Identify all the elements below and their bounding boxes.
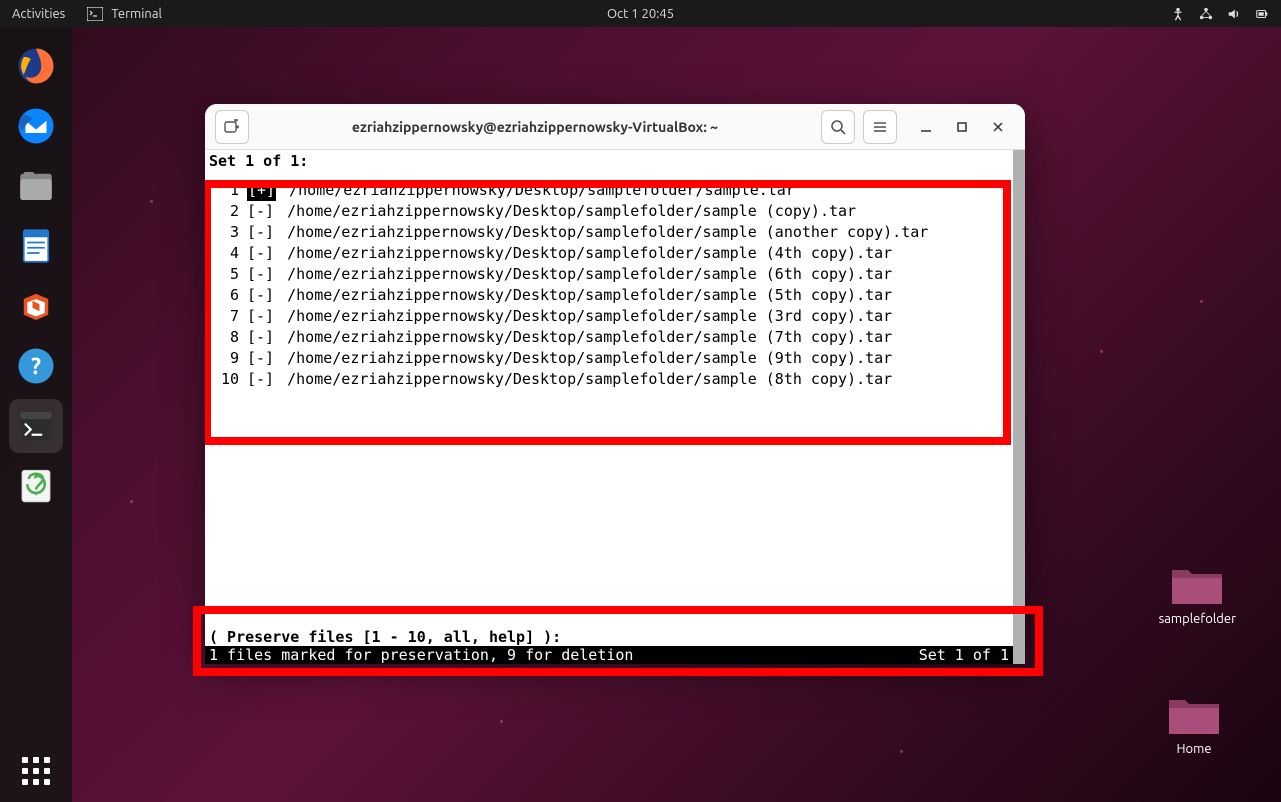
hamburger-menu-button[interactable] [863,110,897,144]
desktop-home[interactable]: Home [1165,690,1223,756]
close-button[interactable] [987,116,1009,138]
svg-text:?: ? [31,354,41,379]
dock-files[interactable] [9,159,63,213]
dock-help[interactable]: ? [9,339,63,393]
dock-show-apps[interactable] [15,750,57,792]
dock-trash[interactable] [9,459,63,513]
gnome-topbar: Activities Terminal Oct 1 20:45 [0,0,1281,27]
minimize-button[interactable] [915,116,937,138]
dock-firefox[interactable] [9,39,63,93]
desktop-folder-samplefolder[interactable]: samplefolder [1159,560,1236,626]
set-header: Set 1 of 1: [205,150,1025,172]
volume-icon[interactable] [1227,7,1241,21]
dock-terminal[interactable] [9,399,63,453]
terminal-scrollbar[interactable] [1013,150,1025,664]
maximize-button[interactable] [951,116,973,138]
active-app-menu[interactable]: Terminal [87,7,162,21]
terminal-window: ezriahzippernowsky@ezriahzippernowsky-Vi… [205,104,1025,664]
search-button[interactable] [821,110,855,144]
annotation-highlight-bottom [193,606,1043,676]
dock-software[interactable] [9,279,63,333]
terminal-topbar-icon [87,7,103,21]
terminal-titlebar: ezriahzippernowsky@ezriahzippernowsky-Vi… [205,104,1025,150]
annotation-highlight-top [205,180,1011,445]
dock: ? [0,27,72,802]
new-tab-button[interactable] [215,110,249,144]
dock-thunderbird[interactable] [9,99,63,153]
power-icon[interactable] [1255,7,1269,21]
terminal-content[interactable]: Set 1 of 1: 1[+] /home/ezriahzippernowsk… [205,150,1025,664]
window-title: ezriahzippernowsky@ezriahzippernowsky-Vi… [257,119,813,135]
dock-writer[interactable] [9,219,63,273]
clock[interactable]: Oct 1 20:45 [607,7,674,21]
network-icon[interactable] [1199,7,1213,21]
activities-button[interactable]: Activities [12,7,65,21]
accessibility-icon[interactable] [1171,7,1185,21]
